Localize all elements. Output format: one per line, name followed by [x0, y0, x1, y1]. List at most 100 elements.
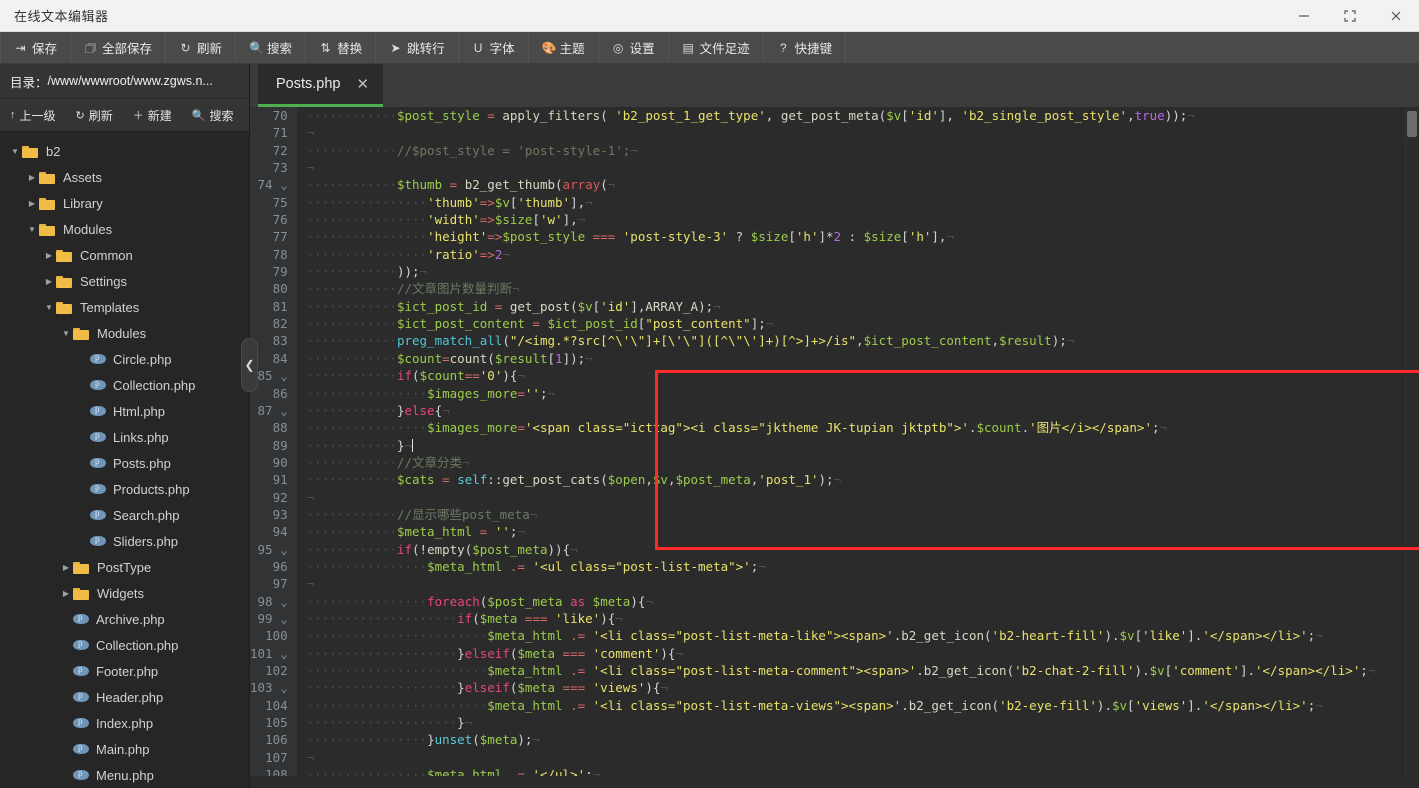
chevron-right-icon[interactable]: ▶ — [25, 199, 39, 208]
code-line: ····················}elseif($meta === 'v… — [306, 680, 668, 696]
tree-item-assets[interactable]: ▶ Assets — [0, 164, 249, 190]
tree-item-widgets[interactable]: ▶ Widgets — [0, 580, 249, 606]
line-number: 103 ⌄ — [250, 680, 288, 696]
tree-item-label: Modules — [97, 325, 147, 341]
tree-item-library[interactable]: ▶ Library — [0, 190, 249, 216]
maximize-icon[interactable] — [1327, 0, 1373, 32]
tree-item-posttype[interactable]: ▶ PostType — [0, 554, 249, 580]
tree-item-posts-php[interactable]: ▶Posts.php — [0, 450, 249, 476]
tree-item-label: Archive.php — [96, 611, 165, 627]
toolbar-item-label: 搜索 — [267, 42, 293, 56]
toolbar-item-label: 保存 — [32, 42, 58, 56]
file-action-2[interactable]: ＋新建 — [123, 99, 182, 131]
tree-item-products-php[interactable]: ▶Products.php — [0, 476, 249, 502]
tree-item-main-php[interactable]: ▶Main.php — [0, 736, 249, 762]
file-action-1[interactable]: ↻ 刷新 — [66, 99, 123, 131]
plus-icon: ＋ — [132, 110, 144, 122]
code-line: ¬ — [306, 160, 315, 176]
code-line: ················'thumb'=>$v['thumb'],¬ — [306, 194, 593, 210]
chevron-down-icon[interactable]: ▼ — [42, 303, 56, 312]
code-editor[interactable]: 70 71 72 73 74 ⌄ 75 76 77 78 79 80 81 82 83 84 85 ⌄ 86 87… — [250, 107, 1419, 776]
chevron-right-icon[interactable]: ▶ — [42, 277, 56, 286]
tree-item-footer-php[interactable]: ▶Footer.php — [0, 658, 249, 684]
tree-item-templates[interactable]: ▼ Templates — [0, 294, 249, 320]
tree-item-label: Settings — [80, 273, 127, 289]
chevron-right-icon[interactable]: ▶ — [42, 251, 56, 260]
sidebar-collapse-handle[interactable]: ❮ — [241, 338, 258, 392]
tree-item-settings[interactable]: ▶ Settings — [0, 268, 249, 294]
tree-item-search-php[interactable]: ▶Search.php — [0, 502, 249, 528]
code-line: ················'ratio'=>2¬ — [306, 246, 510, 262]
php-file-icon — [90, 352, 106, 365]
directory-path-bar[interactable]: 目录：/www/wwwroot/www.zgws.n... — [0, 64, 249, 99]
chevron-down-icon[interactable]: ▼ — [8, 147, 22, 156]
code-line: ························$meta_html .= '<… — [306, 697, 1323, 713]
window-title: 在线文本编辑器 — [14, 9, 109, 24]
tree-item-menu-php[interactable]: ▶Menu.php — [0, 762, 249, 788]
line-number: 71 — [272, 125, 288, 141]
tree-item-collection-php[interactable]: ▶Collection.php — [0, 372, 249, 398]
file-action-label: 新建 — [147, 108, 172, 123]
tree-item-label: Circle.php — [113, 351, 172, 367]
close-icon[interactable] — [1373, 0, 1419, 32]
folder-icon — [39, 197, 56, 210]
code-line: ············if($count=='0'){¬ — [306, 368, 525, 384]
code-line: ············if(!empty($post_meta)){¬ — [306, 541, 578, 557]
chevron-down-icon[interactable]: ▼ — [25, 225, 39, 234]
tree-item-modules[interactable]: ▼ Modules — [0, 216, 249, 242]
toolbar-item-label: 跳转行 — [407, 42, 445, 56]
code-line: ············$ict_post_content = $ict_pos… — [306, 316, 774, 332]
line-number: 99 ⌄ — [257, 610, 288, 626]
tree-item-header-php[interactable]: ▶Header.php — [0, 684, 249, 710]
horizontal-scrollbar[interactable] — [250, 776, 1419, 788]
tree-item-b2[interactable]: ▼ b2 — [0, 138, 249, 164]
toolbar-item-1[interactable]: 🗇 全部保存 — [71, 32, 167, 63]
toolbar-item-0[interactable]: ⇥ 保存 — [0, 32, 72, 63]
chevron-down-icon[interactable]: ▼ — [59, 329, 73, 338]
file-actions-bar: ↑ 上一级 ↻ 刷新＋新建 🔍 搜索 — [0, 99, 249, 132]
tree-item-html-php[interactable]: ▶Html.php — [0, 398, 249, 424]
chevron-right-icon[interactable]: ▶ — [59, 563, 73, 572]
tree-item-links-php[interactable]: ▶Links.php — [0, 424, 249, 450]
code-line: ················$images_more='<span clas… — [306, 420, 1168, 436]
tab-posts-php[interactable]: Posts.php ✕ — [258, 64, 384, 107]
vertical-scrollbar-thumb[interactable] — [1407, 111, 1417, 137]
tree-item-label: Footer.php — [96, 663, 159, 679]
up-arrow-icon: ↑ — [10, 109, 16, 121]
tree-item-collection-php[interactable]: ▶Collection.php — [0, 632, 249, 658]
tree-item-modules[interactable]: ▼ Modules — [0, 320, 249, 346]
toolbar-item-2[interactable]: ↻ 刷新 — [166, 32, 237, 63]
toolbar-item-7[interactable]: 🎨 主题 — [529, 32, 599, 63]
vertical-scrollbar[interactable] — [1405, 107, 1419, 776]
save-icon: ⇥ — [15, 40, 26, 55]
tree-item-index-php[interactable]: ▶Index.php — [0, 710, 249, 736]
toolbar-item-6[interactable]: U 字体 — [459, 32, 529, 63]
tree-item-sliders-php[interactable]: ▶Sliders.php — [0, 528, 249, 554]
line-number: 92 — [272, 489, 288, 505]
minimize-icon[interactable] — [1281, 0, 1327, 32]
tree-item-common[interactable]: ▶ Common — [0, 242, 249, 268]
file-action-0[interactable]: ↑ 上一级 — [0, 99, 66, 131]
tree-item-archive-php[interactable]: ▶Archive.php — [0, 606, 249, 632]
line-number: 95 ⌄ — [257, 541, 288, 557]
tree-item-circle-php[interactable]: ▶Circle.php — [0, 346, 249, 372]
code-content[interactable]: ············$post_style = apply_filters(… — [297, 107, 1419, 776]
code-line: ¬ — [306, 489, 315, 505]
toolbar-item-3[interactable]: 🔍 搜索 — [236, 32, 307, 63]
tree-item-label: Posts.php — [113, 455, 171, 471]
toolbar-item-8[interactable]: ◎ 设置 — [599, 32, 669, 63]
toolbar-item-10[interactable]: ? 快捷键 — [764, 32, 847, 63]
toolbar-item-label: 替换 — [337, 42, 363, 56]
tab-close-icon[interactable]: ✕ — [357, 77, 370, 92]
toolbar-item-9[interactable]: ▤ 文件足迹 — [669, 32, 764, 63]
toolbar-item-label: 全部保存 — [102, 42, 153, 56]
chevron-right-icon[interactable]: ▶ — [25, 173, 39, 182]
tree-item-label: Collection.php — [96, 637, 179, 653]
toolbar-item-4[interactable]: ⇅ 替换 — [306, 32, 377, 63]
line-number: 72 — [272, 142, 288, 158]
code-line: ················$meta_html .= '</ul>';¬ — [306, 767, 601, 776]
file-action-3[interactable]: 🔍 搜索 — [182, 99, 244, 131]
toolbar-item-5[interactable]: ➤ 跳转行 — [376, 32, 459, 63]
folder-icon — [56, 249, 73, 262]
chevron-right-icon[interactable]: ▶ — [59, 589, 73, 598]
